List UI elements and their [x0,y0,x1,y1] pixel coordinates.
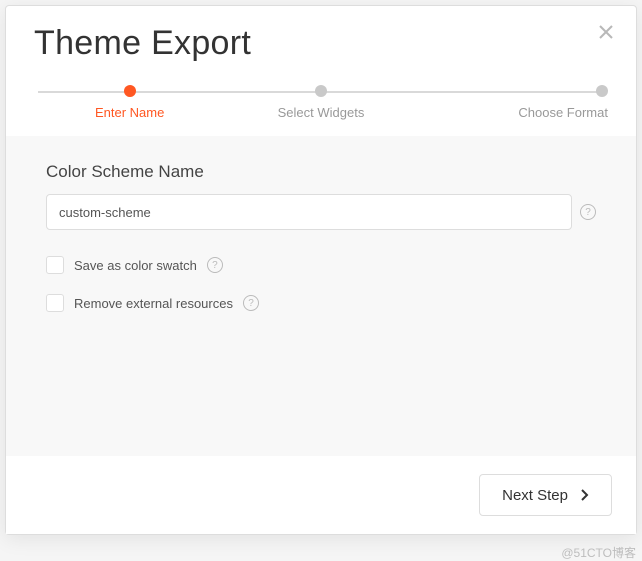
modal-footer: Next Step [6,456,636,534]
modal-title: Theme Export [34,24,608,63]
step-enter-name[interactable]: Enter Name [34,85,225,120]
scheme-name-row: ? [46,194,596,230]
save-swatch-label: Save as color swatch [74,258,197,273]
step-select-widgets[interactable]: Select Widgets [225,85,416,120]
close-button[interactable] [594,20,618,44]
close-icon [598,24,614,40]
theme-export-modal: Theme Export Enter Name Select Widgets C… [5,5,637,535]
help-icon[interactable]: ? [207,257,223,273]
step-dot-icon [124,85,136,97]
scheme-name-input[interactable] [46,194,572,230]
remove-resources-label: Remove external resources [74,296,233,311]
help-icon[interactable]: ? [243,295,259,311]
remove-resources-checkbox[interactable] [46,294,64,312]
help-icon[interactable]: ? [580,204,596,220]
remove-resources-row: Remove external resources ? [46,294,596,312]
step-label: Enter Name [95,105,164,120]
watermark: @51CTO博客 [561,544,636,561]
save-swatch-checkbox[interactable] [46,256,64,274]
scheme-name-label: Color Scheme Name [46,162,596,182]
step-label: Choose Format [518,105,608,120]
step-choose-format[interactable]: Choose Format [417,85,608,120]
form-area: Color Scheme Name ? Save as color swatch… [6,136,636,456]
stepper: Enter Name Select Widgets Choose Format [6,77,636,120]
next-step-button[interactable]: Next Step [479,474,612,516]
save-swatch-row: Save as color swatch ? [46,256,596,274]
chevron-right-icon [580,488,589,502]
step-dot-icon [596,85,608,97]
step-label: Select Widgets [278,105,365,120]
modal-header: Theme Export [6,6,636,77]
step-dot-icon [315,85,327,97]
next-step-label: Next Step [502,487,568,504]
